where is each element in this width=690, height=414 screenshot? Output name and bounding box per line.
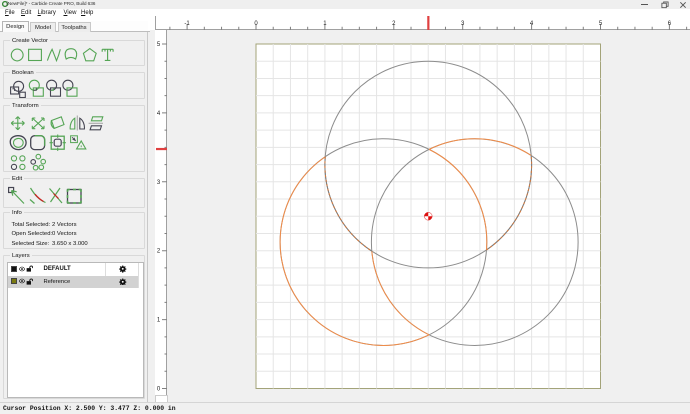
svg-text:4: 4 [530,21,534,27]
svg-text:1: 1 [323,21,327,27]
svg-text:3: 3 [461,21,465,27]
svg-text:-1: -1 [184,21,190,27]
svg-text:2: 2 [392,21,396,27]
svg-text:1: 1 [157,318,161,324]
svg-text:0: 0 [254,21,258,27]
svg-text:0: 0 [157,387,161,393]
svg-text:6: 6 [668,21,672,27]
svg-text:3: 3 [157,180,161,186]
svg-text:5: 5 [599,21,603,27]
svg-text:5: 5 [157,42,161,48]
svg-text:2: 2 [157,249,161,255]
svg-text:4: 4 [157,111,161,117]
